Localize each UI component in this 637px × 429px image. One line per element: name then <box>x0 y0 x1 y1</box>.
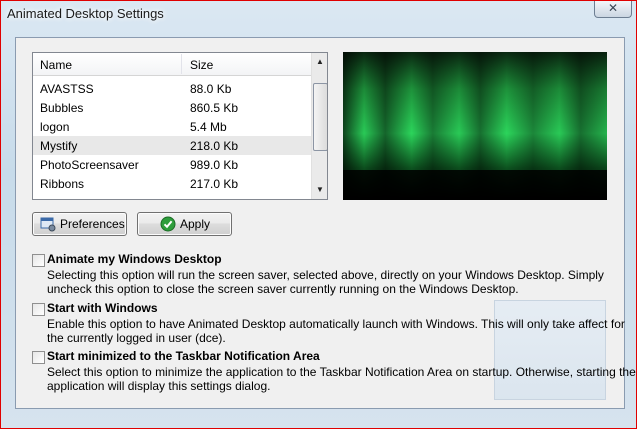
option-description: Selecting this option will run the scree… <box>47 268 604 296</box>
screensaver-list[interactable]: Name Size AVASTSS 88.0 Kb Bubbles 860.5 … <box>32 52 328 200</box>
close-button[interactable]: ✕ <box>594 1 632 18</box>
list-item-selected[interactable]: Mystify 218.0 Kb <box>33 136 311 155</box>
column-divider[interactable] <box>181 54 182 74</box>
list-scrollbar[interactable]: ▲ ▼ <box>311 53 327 199</box>
list-item-size: 860.5 Kb <box>190 101 239 115</box>
apply-button[interactable]: Apply <box>137 212 232 236</box>
arrow-down-icon: ▼ <box>316 185 324 194</box>
preferences-window-icon <box>40 217 56 232</box>
start-with-windows-checkbox[interactable] <box>32 303 45 316</box>
list-item-name: logon <box>40 120 70 134</box>
apply-button-label: Apply <box>180 217 211 231</box>
column-header-size[interactable]: Size <box>190 58 213 72</box>
column-header-name[interactable]: Name <box>40 58 72 72</box>
option-description: Select this option to minimize the appli… <box>47 365 636 393</box>
list-item[interactable]: logon 5.4 Mb <box>33 117 311 136</box>
preferences-button-label: Preferences <box>60 217 125 231</box>
list-item-name: Bubbles <box>40 101 84 115</box>
list-item-name: PhotoScreensaver <box>40 158 139 172</box>
list-item[interactable]: AVASTSS 88.0 Kb <box>33 79 311 98</box>
start-minimized-checkbox[interactable] <box>32 351 45 364</box>
option-description: Enable this option to have Animated Desk… <box>47 317 625 345</box>
window-frame: Animated Desktop Settings ✕ Name Size AV… <box>0 0 637 429</box>
list-item-size: 218.0 Kb <box>190 139 239 153</box>
list-item-size: 5.4 Mb <box>190 120 227 134</box>
list-item-name: AVASTSS <box>40 82 94 96</box>
scroll-thumb[interactable] <box>313 83 327 151</box>
list-item-size: 217.0 Kb <box>190 177 239 191</box>
title-bar[interactable]: Animated Desktop Settings ✕ <box>1 1 636 31</box>
close-icon: ✕ <box>607 1 619 15</box>
list-item[interactable]: Bubbles 860.5 Kb <box>33 98 311 117</box>
list-header: Name Size <box>33 53 311 76</box>
list-item-name: Ribbons <box>40 177 85 191</box>
settings-panel: Name Size AVASTSS 88.0 Kb Bubbles 860.5 … <box>15 37 636 409</box>
check-circle-icon <box>160 216 176 232</box>
list-item-size: 989.0 Kb <box>190 158 239 172</box>
arrow-up-icon: ▲ <box>316 57 324 66</box>
window-title: Animated Desktop Settings <box>7 6 164 21</box>
screensaver-preview <box>343 52 607 200</box>
list-item[interactable]: PhotoScreensaver 989.0 Kb <box>33 155 311 174</box>
preferences-button[interactable]: Preferences <box>32 212 127 236</box>
option-title[interactable]: Start with Windows <box>47 301 158 315</box>
option-title[interactable]: Start minimized to the Taskbar Notificat… <box>47 349 320 363</box>
scroll-up-button[interactable]: ▲ <box>312 54 327 70</box>
aurora-preview-image <box>343 52 607 200</box>
option-title[interactable]: Animate my Windows Desktop <box>47 252 222 266</box>
animate-desktop-checkbox[interactable] <box>32 254 45 267</box>
scroll-down-button[interactable]: ▼ <box>312 182 327 198</box>
list-item-size: 88.0 Kb <box>190 82 232 96</box>
list-item[interactable]: Ribbons 217.0 Kb <box>33 174 311 193</box>
list-item-name: Mystify <box>40 139 78 153</box>
